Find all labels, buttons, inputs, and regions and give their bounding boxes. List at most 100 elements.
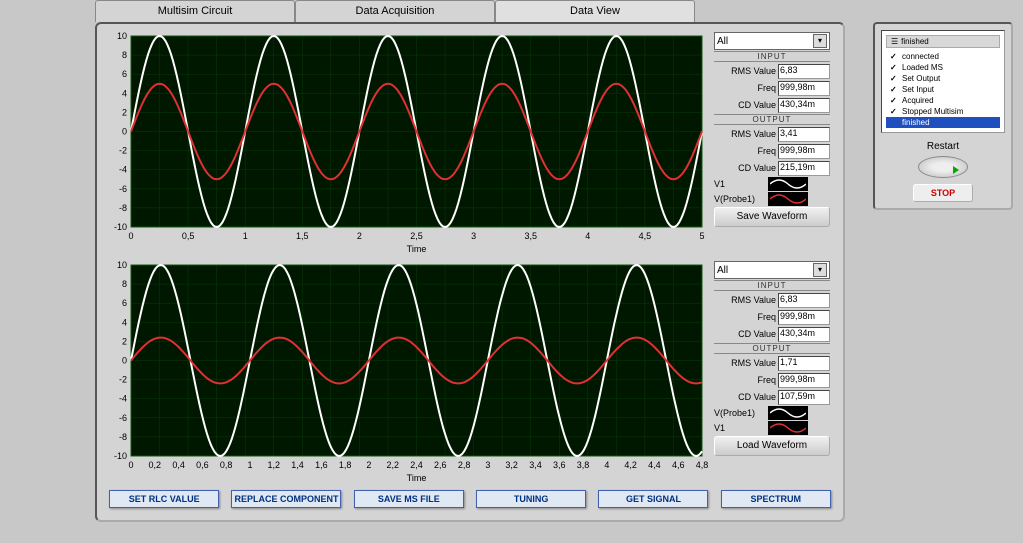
svg-text:2,5: 2,5 [410, 231, 423, 241]
svg-text:10: 10 [117, 260, 127, 270]
svg-text:4,8: 4,8 [696, 460, 708, 470]
save-ms-file-button[interactable]: SAVE MS FILE [354, 490, 464, 508]
svg-text:2: 2 [122, 107, 127, 117]
save-waveform-button[interactable]: Save Waveform [714, 207, 830, 227]
status-item[interactable]: ✓connected [886, 51, 1000, 62]
svg-text:2: 2 [357, 231, 362, 241]
load-waveform-button[interactable]: Load Waveform [714, 436, 830, 456]
chart-2: 1086420-2-4-6-8-1000,20,40,60,811,21,41,… [103, 259, 708, 484]
svg-text:4: 4 [604, 460, 609, 470]
list-icon: ☰ [891, 37, 898, 46]
chart1-filter-dropdown[interactable]: All▾ [714, 32, 830, 50]
svg-text:0: 0 [122, 356, 127, 366]
spectrum-button[interactable]: SPECTRUM [721, 490, 831, 508]
tab-dataview[interactable]: Data View [495, 0, 695, 22]
svg-text:0: 0 [128, 231, 133, 241]
tuning-button[interactable]: TUNING [476, 490, 586, 508]
chart1-output-rms: 3,41 [778, 127, 830, 142]
status-item[interactable]: ✓Set Input [886, 84, 1000, 95]
svg-text:-4: -4 [119, 394, 127, 404]
svg-text:-10: -10 [114, 222, 127, 232]
restart-button[interactable] [918, 156, 968, 178]
chart1-input-rms: 6,83 [778, 64, 830, 79]
legend-v1-icon [768, 421, 808, 435]
svg-text:3,4: 3,4 [529, 460, 542, 470]
svg-text:3: 3 [485, 460, 490, 470]
svg-text:-2: -2 [119, 375, 127, 385]
svg-text:-8: -8 [119, 203, 127, 213]
svg-text:-4: -4 [119, 165, 127, 175]
svg-text:5: 5 [699, 231, 704, 241]
restart-label: Restart [881, 141, 1005, 152]
svg-text:Time: Time [407, 473, 427, 483]
status-list: ☰finished ✓connected✓Loaded MS✓Set Outpu… [881, 30, 1005, 133]
chart2-output-rms: 1,71 [778, 356, 830, 371]
svg-text:1,8: 1,8 [339, 460, 352, 470]
svg-text:-8: -8 [119, 432, 127, 442]
status-item[interactable]: ✓Set Output [886, 73, 1000, 84]
stop-button[interactable]: STOP [913, 184, 973, 202]
chart2-filter-dropdown[interactable]: All▾ [714, 261, 830, 279]
set-rlc-button[interactable]: SET RLC VALUE [109, 490, 219, 508]
svg-text:0: 0 [128, 460, 133, 470]
svg-text:0,2: 0,2 [149, 460, 162, 470]
legend-v1-icon [768, 177, 808, 191]
svg-text:1,5: 1,5 [296, 231, 309, 241]
tab-multisim[interactable]: Multisim Circuit [95, 0, 295, 22]
svg-text:4: 4 [122, 88, 127, 98]
legend-vprobe1-icon [768, 192, 808, 206]
svg-text:1: 1 [243, 231, 248, 241]
chart2-output-cd: 107,59m [778, 390, 830, 405]
svg-text:2: 2 [366, 460, 371, 470]
svg-text:4: 4 [585, 231, 590, 241]
chart2-input-cd: 430,34m [778, 327, 830, 342]
svg-text:4,6: 4,6 [672, 460, 685, 470]
svg-text:3,5: 3,5 [524, 231, 537, 241]
tab-acquisition[interactable]: Data Acquisition [295, 0, 495, 22]
svg-text:-2: -2 [119, 146, 127, 156]
svg-text:0,6: 0,6 [196, 460, 209, 470]
svg-text:3,2: 3,2 [505, 460, 518, 470]
status-panel: ☰finished ✓connected✓Loaded MS✓Set Outpu… [873, 22, 1013, 210]
get-signal-button[interactable]: GET SIGNAL [598, 490, 708, 508]
svg-text:1: 1 [247, 460, 252, 470]
status-item[interactable]: ✓Stopped Multisim [886, 106, 1000, 117]
input-header: INPUT [714, 51, 830, 62]
status-header: ☰finished [886, 35, 1000, 48]
output-header: OUTPUT [714, 114, 830, 125]
svg-text:2,4: 2,4 [410, 460, 423, 470]
svg-text:2,8: 2,8 [458, 460, 471, 470]
svg-text:Time: Time [407, 244, 427, 254]
chart1-input-freq: 999,98m [778, 81, 830, 96]
status-item[interactable]: ✓Loaded MS [886, 62, 1000, 73]
svg-text:2,2: 2,2 [386, 460, 399, 470]
chart1-sidepanel: All▾ INPUT RMS Value6,83 Freq999,98m CD … [712, 30, 832, 255]
svg-text:3: 3 [471, 231, 476, 241]
svg-text:-6: -6 [119, 184, 127, 194]
svg-text:6: 6 [122, 298, 127, 308]
svg-text:2: 2 [122, 336, 127, 346]
svg-text:6: 6 [122, 69, 127, 79]
svg-text:4: 4 [122, 317, 127, 327]
chart2-input-freq: 999,98m [778, 310, 830, 325]
svg-text:4,4: 4,4 [648, 460, 661, 470]
svg-text:4,2: 4,2 [624, 460, 637, 470]
chevron-down-icon: ▾ [813, 34, 827, 48]
svg-text:0,5: 0,5 [182, 231, 195, 241]
svg-text:-10: -10 [114, 451, 127, 461]
status-item-selected[interactable]: finished [886, 117, 1000, 128]
svg-text:0: 0 [122, 127, 127, 137]
status-item[interactable]: ✓Acquired [886, 95, 1000, 106]
chevron-down-icon: ▾ [813, 263, 827, 277]
svg-text:1,2: 1,2 [267, 460, 280, 470]
svg-text:3,8: 3,8 [577, 460, 590, 470]
svg-text:4,5: 4,5 [639, 231, 652, 241]
svg-text:1,4: 1,4 [291, 460, 304, 470]
svg-text:-6: -6 [119, 413, 127, 423]
main-panel: 1086420-2-4-6-8-1000,511,522,533,544,55T… [95, 22, 845, 522]
replace-component-button[interactable]: REPLACE COMPONENT [231, 490, 341, 508]
chart-1: 1086420-2-4-6-8-1000,511,522,533,544,55T… [103, 30, 708, 255]
svg-text:8: 8 [122, 50, 127, 60]
legend-vprobe1-icon [768, 406, 808, 420]
chart2-input-rms: 6,83 [778, 293, 830, 308]
